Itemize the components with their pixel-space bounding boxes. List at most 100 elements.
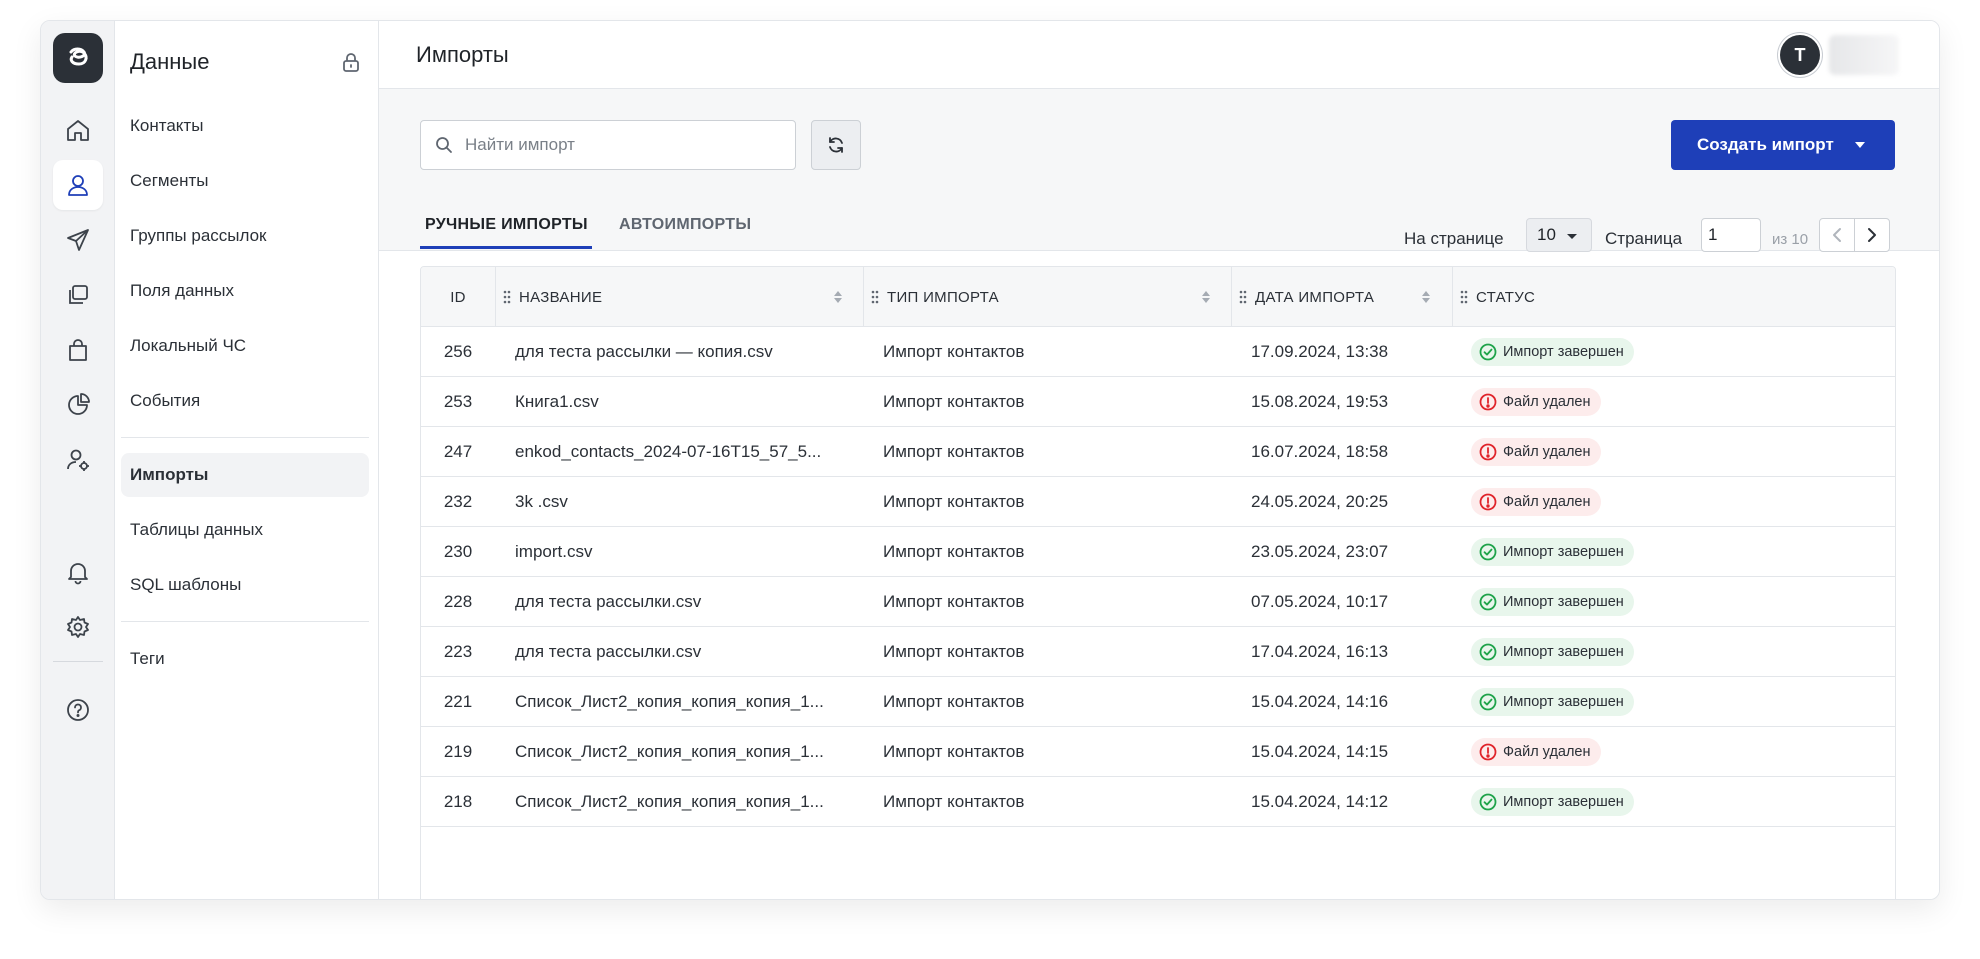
gear-icon <box>67 616 89 638</box>
drag-handle-icon <box>1460 290 1468 304</box>
column-name-label: НАЗВАНИЕ <box>519 288 603 306</box>
chevron-down-icon <box>1855 142 1865 148</box>
row-name[interactable]: 3k .csv <box>515 477 855 527</box>
per-page-select[interactable]: 10 <box>1526 218 1592 252</box>
prev-page-button[interactable] <box>1819 218 1855 252</box>
help-nav[interactable] <box>53 685 103 735</box>
avatar[interactable]: T <box>1780 35 1820 75</box>
sidebar-item-contacts[interactable]: Контакты <box>121 104 369 148</box>
lock-button[interactable] <box>341 51 361 78</box>
row-type: Импорт контактов <box>883 392 1025 411</box>
row-id: 223 <box>443 642 473 661</box>
row-type: Импорт контактов <box>883 692 1025 711</box>
sidebar-item-local-blacklist[interactable]: Локальный ЧС <box>121 324 369 368</box>
column-date[interactable]: ДАТА ИМПОРТА <box>1239 267 1453 327</box>
app-window: Данные Контакты Сегменты Группы рассылок… <box>40 20 1940 900</box>
send-icon <box>67 229 89 251</box>
status-icon <box>1479 743 1497 761</box>
notifications-nav[interactable] <box>53 547 103 597</box>
table-header: ID НАЗВАНИЕ ТИП ИМПОРТА ДАТА ИМПОРТА СТА… <box>421 267 1895 327</box>
contacts-nav[interactable] <box>53 160 103 210</box>
table-row[interactable]: 232 3k .csv Импорт контактов 24.05.2024, 20… <box>421 477 1895 527</box>
check-circle-icon <box>1479 343 1497 361</box>
row-id: 221 <box>443 692 473 711</box>
table-row[interactable]: 253 Книга1.csv Импорт контактов 15.08.2024,… <box>421 377 1895 427</box>
sidebar-item-events[interactable]: События <box>121 379 369 423</box>
status-badge: Файл удален <box>1471 488 1601 516</box>
status-label: Файл удален <box>1503 494 1591 510</box>
imports-table: ID НАЗВАНИЕ ТИП ИМПОРТА ДАТА ИМПОРТА СТА… <box>420 266 1896 899</box>
templates-nav[interactable] <box>53 270 103 320</box>
sidebar-item-imports[interactable]: Импорты <box>121 453 369 497</box>
page-number-input[interactable] <box>1701 218 1761 252</box>
status-label: Импорт завершен <box>1503 594 1624 610</box>
campaigns-nav[interactable] <box>53 215 103 265</box>
row-type: Импорт контактов <box>883 592 1025 611</box>
table-row[interactable]: 256 для теста рассылки — копия.csv Импорт … <box>421 327 1895 377</box>
row-type: Импорт контактов <box>883 492 1025 511</box>
status-label: Импорт завершен <box>1503 544 1624 560</box>
app-logo[interactable] <box>53 33 103 83</box>
sidebar-item-sql-templates[interactable]: SQL шаблоны <box>121 563 369 607</box>
sidebar-item-segments[interactable]: Сегменты <box>121 159 369 203</box>
drag-handle-icon <box>871 290 879 304</box>
row-date: 15.04.2024, 14:12 <box>1251 792 1389 811</box>
data-sidebar: Данные Контакты Сегменты Группы рассылок… <box>115 21 379 899</box>
account-name-blurred[interactable] <box>1829 35 1899 75</box>
page-total: из 10 <box>1772 231 1809 248</box>
column-name[interactable]: НАЗВАНИЕ <box>503 267 865 327</box>
row-id: 232 <box>443 492 473 511</box>
row-name[interactable]: Список_Лист2_копия_копия_копия_1... <box>515 677 855 727</box>
column-status[interactable]: СТАТУС <box>1460 267 1760 327</box>
page-title: Импорты <box>416 42 509 67</box>
table-row[interactable]: 219 Список_Лист2_копия_копия_копия_1... Им… <box>421 727 1895 777</box>
users-settings-nav[interactable] <box>53 435 103 485</box>
row-date: 15.04.2024, 14:16 <box>1251 692 1389 711</box>
tab-manual-imports[interactable]: РУЧНЫЕ ИМПОРТЫ <box>425 216 588 234</box>
row-name[interactable]: для теста рассылки.csv <box>515 627 855 677</box>
create-import-label: Создать импорт <box>1697 135 1834 154</box>
column-id: ID <box>450 288 466 306</box>
table-row[interactable]: 223 для теста рассылки.csv Импорт контакто… <box>421 627 1895 677</box>
help-icon <box>67 699 89 721</box>
table-row[interactable]: 228 для теста рассылки.csv Импорт контакто… <box>421 577 1895 627</box>
column-separator <box>1231 267 1232 327</box>
column-type[interactable]: ТИП ИМПОРТА <box>871 267 1233 327</box>
next-page-button[interactable] <box>1854 218 1890 252</box>
row-name[interactable]: Книга1.csv <box>515 377 855 427</box>
per-page-label: На странице <box>1404 229 1504 248</box>
table-row[interactable]: 221 Список_Лист2_копия_копия_копия_1... Им… <box>421 677 1895 727</box>
tab-auto-imports[interactable]: АВТОИМПОРТЫ <box>619 216 751 234</box>
home-nav[interactable] <box>53 105 103 155</box>
main-content: Импорты T Создать импо <box>379 21 1939 899</box>
row-name[interactable]: для теста рассылки — копия.csv <box>515 327 855 377</box>
sidebar-item-data-tables[interactable]: Таблицы данных <box>121 508 369 552</box>
sidebar-item-data-fields[interactable]: Поля данных <box>121 269 369 313</box>
products-nav[interactable] <box>53 325 103 375</box>
sidebar-item-mailing-groups[interactable]: Группы рассылок <box>121 214 369 258</box>
status-label: Файл удален <box>1503 394 1591 410</box>
status-badge: Импорт завершен <box>1471 638 1634 666</box>
table-row[interactable]: 247 enkod_contacts_2024-07-16T15_57_5... И… <box>421 427 1895 477</box>
table-row[interactable]: 218 Список_Лист2_копия_копия_копия_1... Им… <box>421 777 1895 827</box>
row-name[interactable]: для теста рассылки.csv <box>515 577 855 627</box>
row-name[interactable]: Список_Лист2_копия_копия_копия_1... <box>515 727 855 777</box>
sidebar-item-tags[interactable]: Теги <box>121 637 369 681</box>
status-icon <box>1479 493 1497 511</box>
row-id: 228 <box>443 592 473 611</box>
row-name[interactable]: import.csv <box>515 527 855 577</box>
table-row[interactable]: 230 import.csv Импорт контактов 23.05.2024,… <box>421 527 1895 577</box>
settings-nav[interactable] <box>53 602 103 652</box>
create-import-button[interactable]: Создать импорт <box>1671 120 1895 170</box>
search-box[interactable] <box>420 120 796 170</box>
search-input[interactable] <box>465 135 775 155</box>
row-name[interactable]: enkod_contacts_2024-07-16T15_57_5... <box>515 427 855 477</box>
chevron-down-icon <box>1567 234 1577 239</box>
analytics-nav[interactable] <box>53 380 103 430</box>
status-badge: Импорт завершен <box>1471 338 1634 366</box>
column-separator <box>863 267 864 327</box>
row-name[interactable]: Список_Лист2_копия_копия_копия_1... <box>515 777 855 827</box>
shopping-bag-icon <box>69 339 87 361</box>
refresh-button[interactable] <box>811 120 861 170</box>
drag-handle-icon <box>503 290 511 304</box>
